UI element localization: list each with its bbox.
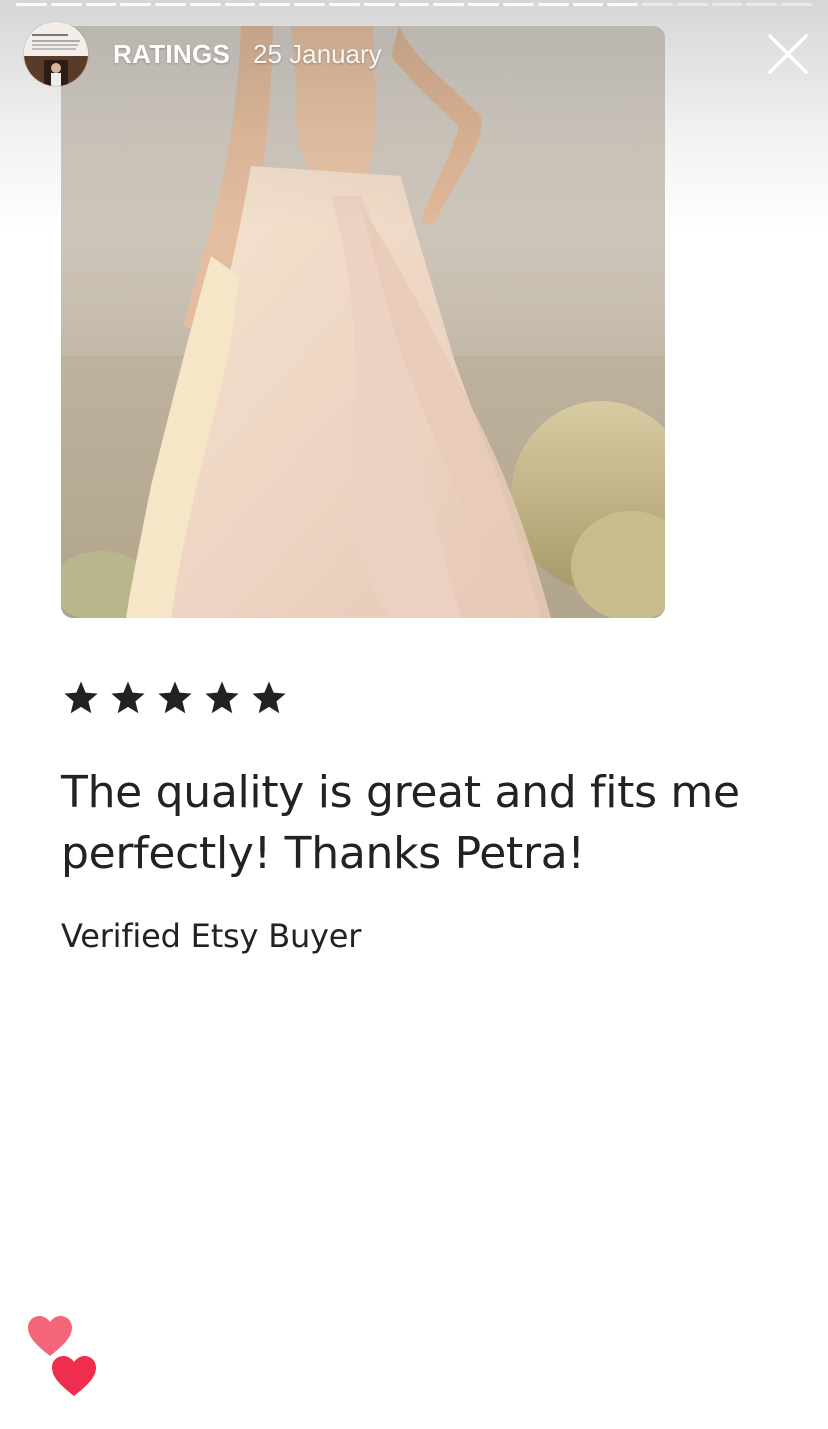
profile-avatar[interactable] [24,22,88,86]
heart-icon [52,1356,96,1396]
close-button[interactable] [760,26,816,82]
star-icon [252,681,286,714]
story-header: RATINGS 25 January [0,0,828,110]
star-icon [205,681,239,714]
reviewer-label: Verified Etsy Buyer [61,917,362,955]
story-date: 25 January [253,39,382,69]
heart-icon [28,1316,72,1356]
close-icon [768,34,808,74]
story-username[interactable]: RATINGS [113,39,230,70]
reaction-hearts [24,1314,104,1404]
star-icon [111,681,145,714]
star-rating [62,679,288,723]
review-text: The quality is great and fits me perfect… [61,767,740,879]
star-icon [64,681,98,714]
star-icon [158,681,192,714]
